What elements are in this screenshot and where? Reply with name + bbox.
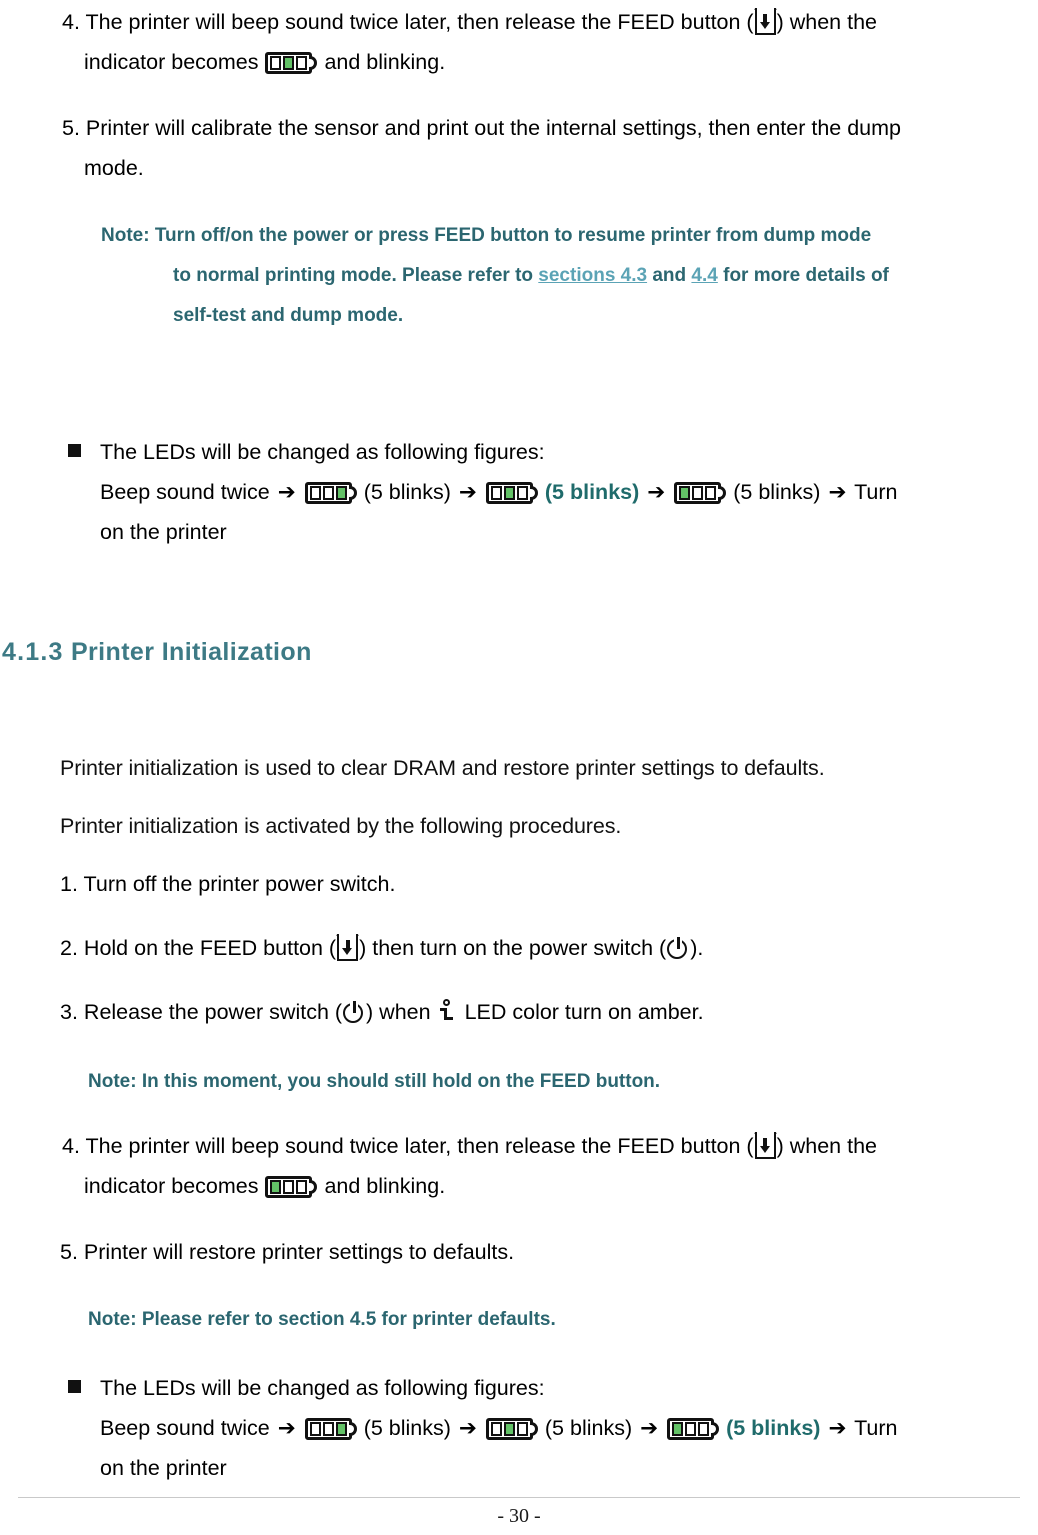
led-sequence-heading-top: The LEDs will be changed as following fi… <box>100 440 545 464</box>
led-blink-label-1: (5 blinks) <box>363 480 451 504</box>
intro-paragraph-1: Printer initialization is used to clear … <box>60 748 1020 788</box>
led-seq-start-bottom: Beep sound twice <box>100 1416 270 1440</box>
amber-led-icon <box>439 998 456 1024</box>
step-2-text-a: Hold on the FEED button ( <box>83 936 337 960</box>
led-indicator-icon <box>265 1176 318 1198</box>
note-line-1: Note: Turn off/on the power or press FEE… <box>101 225 872 246</box>
step-1-text: Turn off the printer power switch. <box>83 872 396 896</box>
page-number: - 30 - <box>497 1505 541 1527</box>
feed-button-icon <box>753 1132 777 1159</box>
led-seq-end-bottom: Turn <box>854 1416 898 1440</box>
step-4-text-3: indicator becomes <box>84 50 259 74</box>
link-sections-4-3[interactable]: sections 4.3 <box>538 265 647 286</box>
arrow-icon-4: ➔ <box>828 480 847 504</box>
arrow-icon-1: ➔ <box>277 1416 296 1440</box>
note-line-3: self-test and dump mode. <box>173 305 404 326</box>
power-switch-icon <box>343 1001 365 1023</box>
led-blink-label-2: (5 blinks) <box>544 480 640 504</box>
led-sequence-heading-bottom: The LEDs will be changed as following fi… <box>100 1376 545 1400</box>
step-5-number: 5. <box>62 116 80 140</box>
step-5-bottom: 5. Printer will restore printer settings… <box>60 1232 1020 1272</box>
led-blink-label-3: (5 blinks) <box>726 1416 821 1440</box>
link-4-4[interactable]: 4.4 <box>691 265 717 286</box>
step-2-number: 2. <box>60 936 78 960</box>
step-5-top: 5. Printer will calibrate the sensor and… <box>62 108 1032 188</box>
note-hold-feed: Note: In this moment, you should still h… <box>88 1062 988 1102</box>
note-line-2b: and <box>647 265 692 286</box>
led-seq-end2-top: on the printer <box>100 520 227 544</box>
step-4b-text-3: indicator becomes <box>84 1174 259 1198</box>
intro-text-2: Printer initialization is activated by t… <box>60 814 622 838</box>
feed-button-icon <box>336 934 360 961</box>
step-3-number: 3. <box>60 1000 78 1024</box>
intro-text-1: Printer initialization is used to clear … <box>60 756 825 780</box>
led-indicator-icon-middle-on <box>485 482 538 504</box>
arrow-icon-1: ➔ <box>277 480 296 504</box>
section-heading: 4.1.3 Printer Initialization <box>2 638 312 667</box>
intro-paragraph-2: Printer initialization is activated by t… <box>60 806 1020 846</box>
step-4-text-1: The printer will beep sound twice later,… <box>85 10 754 34</box>
arrow-icon-4: ➔ <box>828 1416 847 1440</box>
step-4b-text-4: and blinking. <box>324 1174 446 1198</box>
step-5-text-line2: mode. <box>84 156 144 180</box>
note-printer-defaults: Note: Please refer to section 4.5 for pr… <box>88 1300 988 1340</box>
power-switch-icon <box>667 937 689 959</box>
step-4-top: 4. The printer will beep sound twice lat… <box>62 2 1030 82</box>
step-5b-number: 5. <box>60 1240 78 1264</box>
step-3-text-c: LED color turn on amber. <box>464 1000 704 1024</box>
step-2-text-c: ). <box>690 936 704 960</box>
arrow-icon-3: ➔ <box>640 1416 659 1440</box>
note-line-2c: for more details of <box>717 265 889 286</box>
led-indicator-icon-right-on <box>304 1418 357 1440</box>
arrow-icon-3: ➔ <box>647 480 666 504</box>
step-3-text-b: ) when <box>366 1000 431 1024</box>
step-4b-text-1: The printer will beep sound twice later,… <box>85 1134 754 1158</box>
led-indicator-icon-left-on <box>674 482 727 504</box>
note-line-2a: to normal printing mode. Please refer to <box>173 265 539 286</box>
step-5b-text: Printer will restore printer settings to… <box>83 1240 515 1264</box>
step-2-text-b: ) then turn on the power switch ( <box>359 936 667 960</box>
step-1-number: 1. <box>60 872 78 896</box>
step-2: 2. Hold on the FEED button ( ) then turn … <box>60 928 1020 968</box>
note-dump-mode: Note: Turn off/on the power or press FEE… <box>101 216 1038 336</box>
led-indicator-icon <box>265 52 318 74</box>
led-blink-label-3: (5 blinks) <box>733 480 821 504</box>
square-bullet-icon <box>68 444 81 457</box>
step-4b-text-2: ) when the <box>776 1134 877 1158</box>
led-seq-start-top: Beep sound twice <box>100 480 270 504</box>
led-blink-label-1: (5 blinks) <box>363 1416 451 1440</box>
led-indicator-icon-left-on <box>667 1418 720 1440</box>
step-5-text: Printer will calibrate the sensor and pr… <box>85 116 901 140</box>
led-sequence-block-top: The LEDs will be changed as following fi… <box>68 432 1038 552</box>
led-seq-end2-bottom: on the printer <box>100 1456 227 1480</box>
led-indicator-icon-middle-on <box>485 1418 538 1440</box>
document-page: 4. The printer will beep sound twice lat… <box>0 0 1038 1535</box>
step-4-text-4: and blinking. <box>324 50 446 74</box>
feed-button-icon <box>753 8 777 35</box>
step-3-text-a: Release the power switch ( <box>83 1000 343 1024</box>
led-sequence-block-bottom: The LEDs will be changed as following fi… <box>68 1368 1038 1488</box>
led-seq-end-top: Turn <box>854 480 898 504</box>
step-3: 3. Release the power switch ( ) when LED … <box>60 992 1020 1032</box>
footer-divider <box>18 1497 1020 1498</box>
step-4-number: 4. <box>62 10 80 34</box>
step-4-text-2: ) when the <box>776 10 877 34</box>
step-1: 1. Turn off the printer power switch. <box>60 864 1020 904</box>
led-indicator-icon-right-on <box>304 482 357 504</box>
section-title: Printer Initialization <box>70 638 312 666</box>
arrow-icon-2: ➔ <box>458 480 477 504</box>
arrow-icon-2: ➔ <box>458 1416 477 1440</box>
section-number: 4.1.3 <box>2 638 64 666</box>
square-bullet-icon <box>68 1380 81 1393</box>
note-hold-feed-text: Note: In this moment, you should still h… <box>88 1071 661 1092</box>
step-4b-number: 4. <box>62 1134 80 1158</box>
step-4-bottom: 4. The printer will beep sound twice lat… <box>62 1126 1030 1206</box>
led-blink-label-2: (5 blinks) <box>544 1416 633 1440</box>
note-printer-defaults-text: Note: Please refer to section 4.5 for pr… <box>88 1309 556 1330</box>
